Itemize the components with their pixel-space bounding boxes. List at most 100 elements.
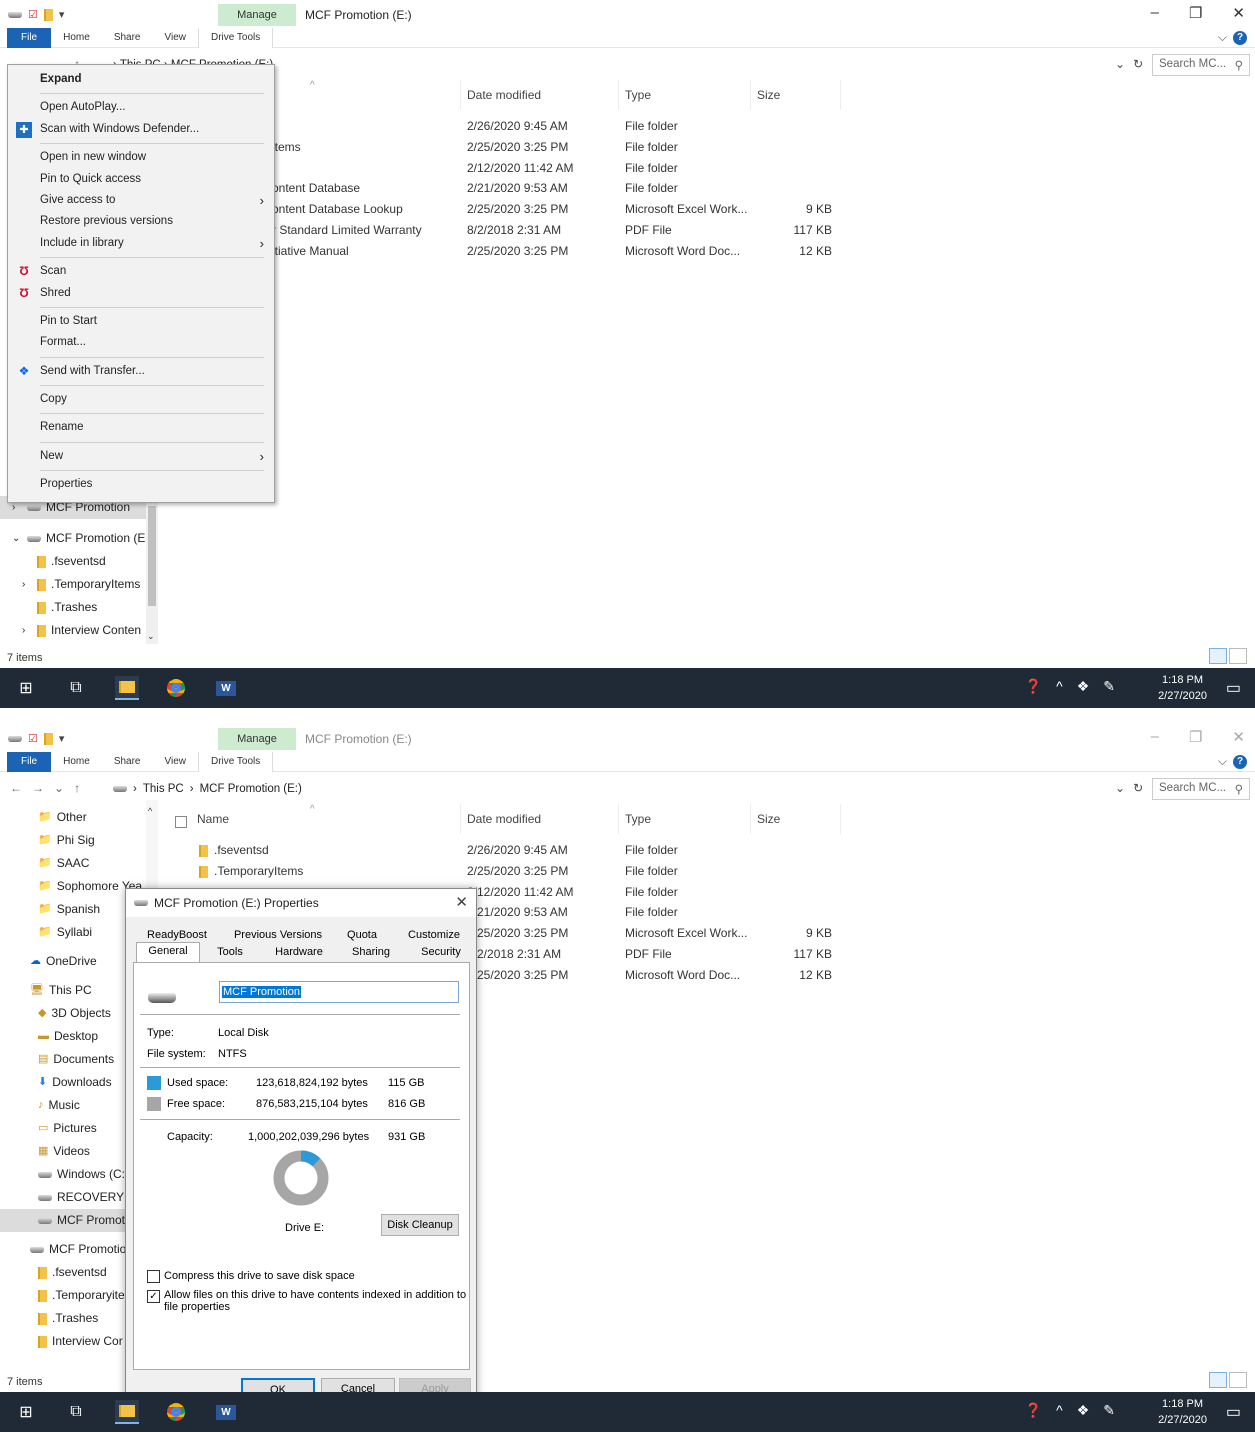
- new-folder-icon[interactable]: [43, 732, 53, 745]
- menu-item[interactable]: Pin to Start: [8, 311, 274, 332]
- details-view-icon[interactable]: [1209, 1372, 1227, 1388]
- tab-view[interactable]: View: [153, 28, 199, 48]
- tab-view[interactable]: View: [153, 752, 199, 772]
- refresh-icon[interactable]: ↻: [1133, 781, 1143, 795]
- tab-drive-tools[interactable]: Drive Tools: [198, 27, 274, 48]
- details-view-icon[interactable]: [1209, 648, 1227, 664]
- menu-item[interactable]: New ›: [8, 446, 274, 467]
- chevron-right-icon[interactable]: ›: [22, 619, 32, 642]
- task-view-icon[interactable]: ⧉: [64, 676, 88, 700]
- tab-security[interactable]: Security: [416, 944, 466, 961]
- breadcrumb-this-pc[interactable]: This PC: [143, 783, 184, 795]
- address-dropdown-icon[interactable]: ⌄: [1115, 57, 1125, 71]
- tab-file[interactable]: File: [7, 27, 52, 48]
- column-type[interactable]: Type: [625, 812, 651, 826]
- menu-item[interactable]: Pin to Quick access: [8, 169, 274, 190]
- refresh-icon[interactable]: ↻: [1133, 57, 1143, 71]
- expand-ribbon-icon[interactable]: ⌵: [1218, 754, 1227, 769]
- tab-customize[interactable]: Customize: [406, 927, 462, 944]
- properties-check-icon[interactable]: ☑: [28, 8, 38, 21]
- tab-sharing[interactable]: Sharing: [348, 944, 394, 961]
- dialog-close-icon[interactable]: ✕: [455, 893, 468, 911]
- tab-tools[interactable]: Tools: [210, 944, 250, 961]
- tab-general[interactable]: General: [136, 942, 200, 962]
- column-type[interactable]: Type: [625, 88, 651, 102]
- nav-item[interactable]: .Trashes: [0, 596, 146, 619]
- compress-checkbox[interactable]: [147, 1270, 160, 1283]
- restore-icon[interactable]: ❐: [1189, 4, 1202, 22]
- tab-share[interactable]: Share: [102, 752, 153, 772]
- nav-item[interactable]: ⌄ MCF Promotion (E: [0, 527, 146, 550]
- word-icon[interactable]: W: [214, 1400, 238, 1424]
- tab-file[interactable]: File: [7, 751, 52, 772]
- nav-item[interactable]: 📁 Phi Sig: [0, 829, 146, 852]
- tab-home[interactable]: Home: [51, 752, 102, 772]
- nav-item[interactable]: 📁 SAAC: [0, 852, 146, 875]
- search-input[interactable]: Search MC... ⚲: [1152, 778, 1250, 800]
- large-icons-view-icon[interactable]: [1229, 648, 1247, 664]
- menu-item[interactable]: Give access to ›: [8, 190, 274, 211]
- search-input[interactable]: Search MC... ⚲: [1152, 54, 1250, 76]
- minimize-icon[interactable]: –: [1151, 728, 1159, 746]
- menu-item[interactable]: Restore previous versions: [8, 211, 274, 232]
- properties-check-icon[interactable]: ☑: [28, 732, 38, 745]
- tab-quota[interactable]: Quota: [344, 927, 380, 944]
- help-tray-icon[interactable]: ❓: [1025, 1402, 1042, 1419]
- help-icon[interactable]: ?: [1233, 754, 1247, 769]
- menu-item[interactable]: Ʊ Scan: [8, 261, 274, 282]
- column-size[interactable]: Size: [757, 812, 780, 826]
- manage-tab[interactable]: Manage: [218, 728, 296, 750]
- chevron-down-icon[interactable]: ⌄: [12, 527, 22, 550]
- chrome-icon[interactable]: [164, 676, 188, 700]
- show-hidden-icons-icon[interactable]: ^: [1056, 1402, 1063, 1419]
- index-checkbox[interactable]: ✓: [147, 1290, 160, 1303]
- windows-start-icon[interactable]: ⊞: [14, 1400, 38, 1424]
- menu-item[interactable]: Open in new window: [8, 147, 274, 168]
- column-date-modified[interactable]: Date modified: [467, 812, 541, 826]
- word-icon[interactable]: W: [214, 676, 238, 700]
- manage-tab[interactable]: Manage: [218, 4, 296, 26]
- disk-cleanup-button[interactable]: Disk Cleanup: [381, 1214, 459, 1236]
- minimize-icon[interactable]: –: [1151, 4, 1159, 22]
- dropbox-tray-icon[interactable]: ❖: [1077, 1402, 1090, 1419]
- menu-item[interactable]: ✚ Scan with Windows Defender...: [8, 119, 274, 140]
- column-size[interactable]: Size: [757, 88, 780, 102]
- up-icon[interactable]: ↑: [74, 781, 80, 795]
- show-hidden-icons-icon[interactable]: ^: [1056, 678, 1063, 695]
- menu-item[interactable]: Rename: [8, 417, 274, 438]
- help-tray-icon[interactable]: ❓: [1025, 678, 1042, 695]
- clock[interactable]: 1:18 PM 2/27/2020: [1158, 672, 1207, 704]
- recent-icon[interactable]: ⌄: [54, 781, 64, 795]
- tab-share[interactable]: Share: [102, 28, 153, 48]
- tab-hardware[interactable]: Hardware: [274, 944, 324, 961]
- forward-icon[interactable]: →: [32, 781, 44, 795]
- nav-item[interactable]: › .TemporaryItems: [0, 573, 146, 596]
- select-all-checkbox[interactable]: [175, 816, 187, 828]
- new-folder-icon[interactable]: [43, 8, 53, 21]
- column-date-modified[interactable]: Date modified: [467, 88, 541, 102]
- expand-ribbon-icon[interactable]: ⌵: [1218, 30, 1227, 45]
- notification-icon[interactable]: ▭: [1226, 678, 1241, 698]
- clock[interactable]: 1:18 PM 2/27/2020: [1158, 1396, 1207, 1428]
- large-icons-view-icon[interactable]: [1229, 1372, 1247, 1388]
- pen-icon[interactable]: ✎: [1103, 678, 1115, 695]
- help-icon[interactable]: ?: [1233, 30, 1247, 45]
- tab-drive-tools[interactable]: Drive Tools: [198, 751, 274, 772]
- menu-item[interactable]: Open AutoPlay...: [8, 97, 274, 118]
- tab-home[interactable]: Home: [51, 28, 102, 48]
- menu-item[interactable]: Expand: [8, 69, 274, 90]
- close-icon[interactable]: ✕: [1232, 728, 1245, 746]
- close-icon[interactable]: ✕: [1232, 4, 1245, 22]
- windows-start-icon[interactable]: ⊞: [14, 676, 38, 700]
- menu-item[interactable]: Properties: [8, 474, 274, 495]
- breadcrumb-drive[interactable]: MCF Promotion (E:): [200, 783, 302, 795]
- chevron-right-icon[interactable]: ›: [22, 573, 32, 596]
- menu-item[interactable]: ❖ Send with Transfer...: [8, 361, 274, 382]
- file-explorer-icon[interactable]: [115, 1400, 139, 1424]
- restore-icon[interactable]: ❐: [1189, 728, 1202, 746]
- address-dropdown-icon[interactable]: ⌄: [1115, 781, 1125, 795]
- file-explorer-icon[interactable]: [115, 676, 139, 700]
- breadcrumb[interactable]: › This PC › MCF Promotion (E:): [113, 778, 1113, 800]
- menu-item[interactable]: Include in library ›: [8, 233, 274, 254]
- drive-name-input[interactable]: MCF Promotion: [219, 981, 459, 1003]
